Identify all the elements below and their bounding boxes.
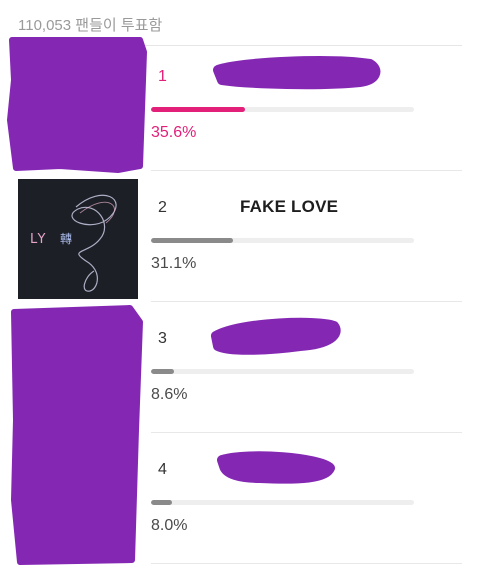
redaction-title-3 — [211, 317, 341, 355]
redaction-title-4 — [217, 451, 335, 484]
redaction-overlay — [7, 37, 381, 565]
redaction-thumbnail-3-4 — [11, 305, 143, 565]
redaction-thumbnail-1 — [7, 37, 147, 173]
redaction-title-1 — [213, 56, 381, 90]
